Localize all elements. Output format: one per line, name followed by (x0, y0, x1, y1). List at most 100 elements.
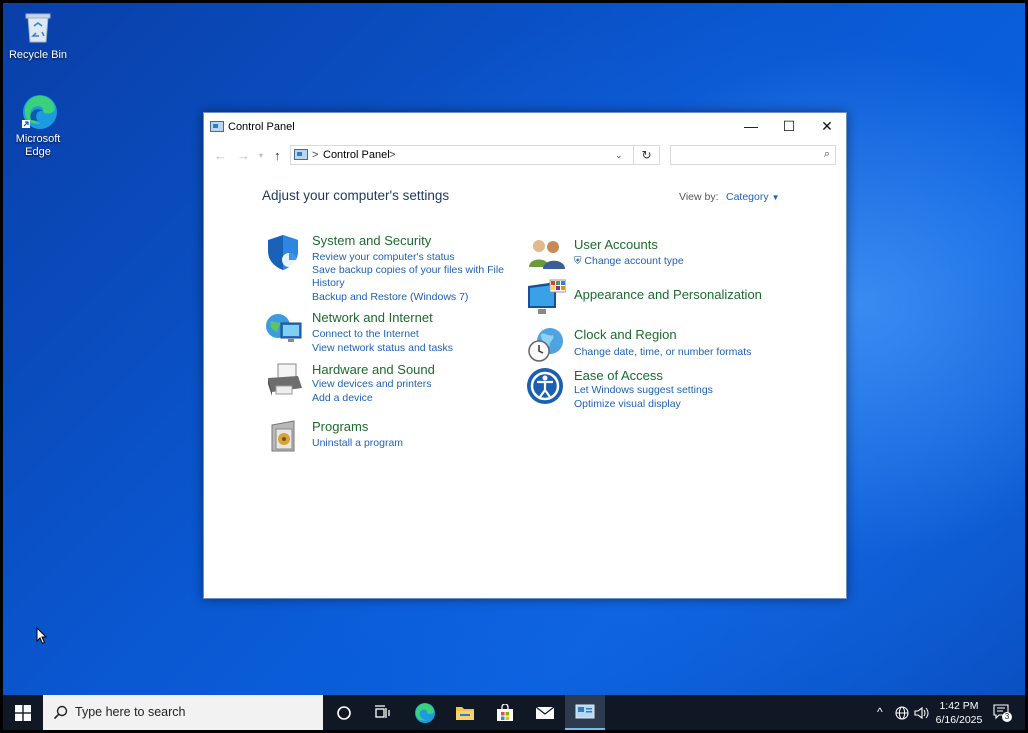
shield-icon[interactable] (264, 233, 302, 271)
navigation-bar: ← → ▾ ↑ > Control Panel > ⌄ ↻ ⌕ (204, 143, 846, 169)
link-add-device[interactable]: Add a device (312, 392, 373, 405)
link-review-status[interactable]: Review your computer's status (312, 251, 455, 264)
category-network-and-internet: Network and Internet Connect to the Inte… (264, 310, 524, 355)
link-uninstall-program[interactable]: Uninstall a program (312, 437, 403, 450)
view-by-dropdown[interactable]: Category ▼ (726, 191, 780, 203)
programs-icon[interactable] (264, 417, 302, 455)
address-bar[interactable]: > Control Panel > ⌄ (290, 145, 634, 165)
title-bar[interactable]: Control Panel — ☐ ✕ (204, 113, 846, 143)
task-view-icon (375, 704, 390, 718)
network-globe-icon[interactable] (895, 706, 909, 720)
category-title[interactable]: Appearance and Personalization (574, 287, 762, 302)
link-devices-printers[interactable]: View devices and printers (312, 378, 431, 391)
store-bag-icon (497, 703, 513, 721)
search-icon[interactable]: ⌕ (824, 148, 830, 161)
view-by-label: View by: (679, 191, 719, 203)
clock-globe-icon[interactable] (526, 326, 564, 364)
category-title[interactable]: System and Security (312, 233, 431, 248)
minimize-button[interactable]: — (732, 113, 770, 139)
category-title[interactable]: Clock and Region (574, 327, 677, 342)
search-icon (53, 705, 68, 720)
category-title[interactable]: Programs (312, 419, 368, 434)
notification-count-badge: 3 (1002, 712, 1012, 722)
desktop-icon-label: Recycle Bin (8, 49, 68, 61)
taskbar-store[interactable] (485, 695, 525, 730)
category-title[interactable]: Ease of Access (574, 368, 663, 383)
link-connect-internet[interactable]: Connect to the Internet (312, 328, 419, 341)
refresh-icon: ↻ (641, 148, 652, 162)
printer-icon[interactable] (264, 362, 302, 400)
search-input[interactable] (675, 147, 819, 165)
task-view-button[interactable] (363, 695, 403, 730)
refresh-button[interactable]: ↻ (634, 145, 660, 165)
link-optimize-display[interactable]: Optimize visual display (574, 398, 681, 411)
control-panel-icon (210, 121, 224, 132)
category-title[interactable]: User Accounts (574, 237, 658, 252)
cortana-button[interactable] (324, 695, 364, 730)
category-programs: Programs Uninstall a program (264, 417, 524, 457)
taskbar-file-explorer[interactable] (445, 695, 485, 730)
users-icon[interactable] (526, 235, 565, 273)
search-box[interactable]: ⌕ (670, 145, 836, 165)
ease-of-access-icon[interactable] (526, 367, 564, 405)
desktop-icon-label: Microsoft Edge (15, 133, 61, 158)
category-ease-of-access: Ease of Access Let Windows suggest setti… (526, 367, 786, 412)
control-panel-icon (575, 704, 595, 719)
address-dropdown-chevron-icon[interactable]: ⌄ (615, 150, 623, 161)
back-arrow-icon[interactable]: ← (214, 148, 227, 163)
recycle-bin-icon (19, 8, 57, 46)
desktop-icon-recycle-bin[interactable]: Recycle Bin (3, 8, 73, 62)
start-button[interactable] (3, 695, 43, 730)
category-hardware-and-sound: Hardware and Sound View devices and prin… (264, 362, 524, 407)
breadcrumb-separator[interactable]: > (389, 149, 395, 161)
control-panel-window: Control Panel — ☐ ✕ ← → ▾ ↑ > Control Pa… (203, 112, 847, 599)
category-clock-and-region: Clock and Region Change date, time, or n… (526, 326, 786, 366)
up-arrow-icon[interactable]: ↑ (274, 148, 281, 163)
forward-arrow-icon[interactable]: → (237, 148, 250, 163)
show-hidden-icons-chevron-icon[interactable]: ^ (877, 705, 883, 719)
edge-icon (19, 92, 57, 130)
link-save-backup[interactable]: Save backup copies of your files with Fi… (312, 264, 504, 277)
desktop-icon-edge[interactable]: Microsoft Edge (3, 92, 73, 159)
control-panel-icon (294, 149, 308, 160)
windows-logo-icon (15, 704, 31, 721)
breadcrumb-separator: > (312, 149, 319, 161)
content-area: Adjust your computer's settings View by:… (204, 169, 846, 598)
clock-date: 6/16/2025 (935, 714, 983, 726)
uac-shield-icon: ⛨ (574, 256, 582, 267)
link-save-backup-cont[interactable]: History (312, 277, 345, 290)
monitor-palette-icon[interactable] (526, 278, 567, 316)
page-title: Adjust your computer's settings (262, 188, 450, 203)
link-backup-restore[interactable]: Backup and Restore (Windows 7) (312, 291, 468, 304)
mouse-cursor-icon (36, 627, 48, 645)
maximize-button[interactable]: ☐ (770, 113, 808, 139)
category-title[interactable]: Network and Internet (312, 310, 433, 325)
taskbar-search-placeholder: Type here to search (75, 705, 186, 719)
taskbar-edge[interactable] (405, 695, 445, 730)
taskbar-mail[interactable] (525, 695, 565, 730)
folder-icon (456, 706, 474, 720)
link-change-date-time[interactable]: Change date, time, or number formats (574, 346, 751, 359)
breadcrumb-control-panel[interactable]: Control Panel (323, 149, 390, 161)
link-suggest-settings[interactable]: Let Windows suggest settings (574, 384, 713, 397)
taskbar-search-box[interactable]: Type here to search (43, 695, 323, 730)
volume-speaker-icon[interactable] (914, 706, 930, 720)
mail-envelope-icon (535, 706, 555, 719)
view-by-value: Category (726, 191, 769, 203)
recent-locations-chevron-icon[interactable]: ▾ (259, 151, 263, 160)
cortana-circle-icon (337, 705, 351, 720)
close-button[interactable]: ✕ (808, 113, 846, 139)
link-network-status[interactable]: View network status and tasks (312, 342, 453, 355)
desktop: Recycle Bin Microsoft Edge Control Panel… (3, 3, 1025, 730)
taskbar-clock[interactable]: 1:42 PM 6/16/2025 (931, 699, 987, 727)
category-system-and-security: System and Security Review your computer… (264, 233, 524, 305)
edge-icon (415, 702, 435, 723)
notifications-button[interactable]: 3 (993, 704, 1013, 722)
chevron-down-icon: ▼ (771, 193, 780, 202)
category-user-accounts: User Accounts ⛨ Change account type (526, 235, 786, 275)
link-change-account-type-label: Change account type (584, 255, 684, 267)
category-title[interactable]: Hardware and Sound (312, 362, 435, 377)
taskbar-control-panel[interactable] (565, 695, 605, 730)
link-change-account-type[interactable]: ⛨ Change account type (574, 255, 684, 268)
network-globe-icon[interactable] (264, 310, 302, 348)
